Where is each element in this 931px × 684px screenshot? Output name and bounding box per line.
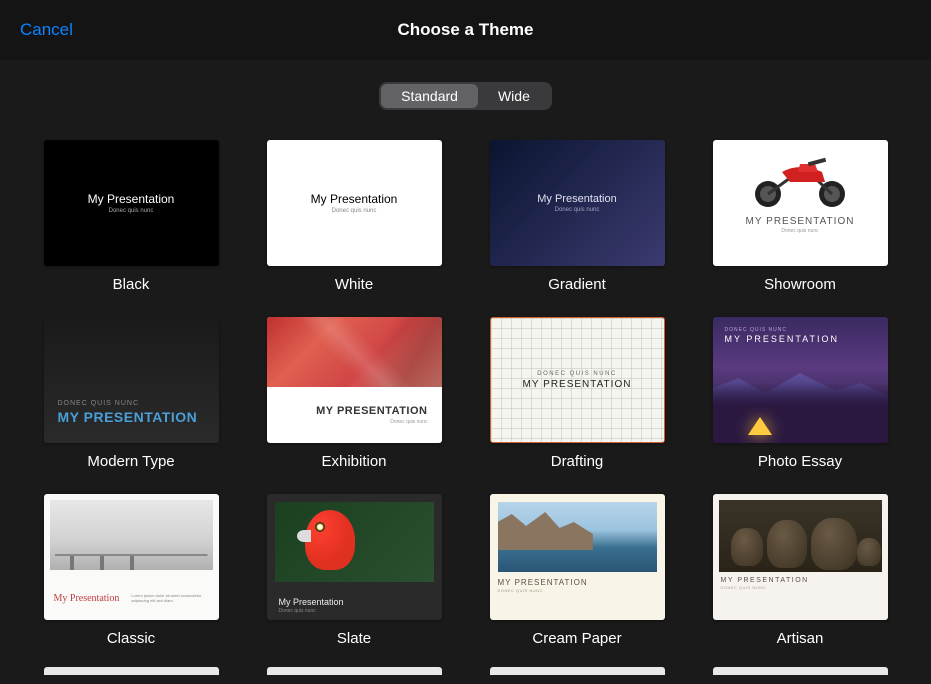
theme-thumb: DONEC QUIS NUNC MY PRESENTATION	[713, 317, 888, 443]
bridge-image	[50, 500, 213, 570]
theme-drafting[interactable]: DONEC QUIS NUNC MY PRESENTATION Drafting	[490, 317, 665, 470]
theme-modern-type[interactable]: DONEC QUIS NUNC MY PRESENTATION Modern T…	[44, 317, 219, 470]
motorcycle-image	[740, 150, 860, 210]
segment-standard[interactable]: Standard	[381, 84, 478, 108]
thumb-subtitle: Donec quis nunc	[390, 419, 427, 425]
tent-icon	[748, 417, 772, 435]
theme-grid: My Presentation Donec quis nunc Black My…	[0, 110, 931, 647]
aspect-segmented-control: Standard Wide	[0, 82, 931, 110]
thumb-title: MY PRESENTATION	[725, 334, 840, 344]
theme-thumb: My Presentation Lorem ipsum dolor sit am…	[44, 494, 219, 620]
theme-label: Black	[113, 276, 150, 293]
thumb-title: My Presentation	[88, 192, 175, 206]
thumb-subtitle: DONEC QUIS NUNC	[725, 327, 788, 333]
cancel-button[interactable]: Cancel	[20, 20, 73, 40]
theme-exhibition[interactable]: MY PRESENTATION Donec quis nunc Exhibiti…	[267, 317, 442, 470]
theme-artisan[interactable]: MY PRESENTATION DONEC QUIS NUNC Artisan	[713, 494, 888, 647]
pottery-image	[719, 500, 882, 572]
next-row-peek	[0, 647, 931, 675]
theme-label: Drafting	[551, 453, 604, 470]
thumb-subtitle: DONEC QUIS NUNC	[721, 585, 880, 590]
thumb-subtitle: DONEC QUIS NUNC	[58, 400, 140, 407]
theme-label: Gradient	[548, 276, 606, 293]
header-bar: Cancel Choose a Theme	[0, 0, 931, 60]
theme-thumb: MY PRESENTATION DONEC QUIS NUNC	[490, 494, 665, 620]
theme-thumb: MY PRESENTATION DONEC QUIS NUNC	[713, 494, 888, 620]
theme-cream-paper[interactable]: MY PRESENTATION DONEC QUIS NUNC Cream Pa…	[490, 494, 665, 647]
theme-peek[interactable]	[267, 667, 442, 675]
theme-thumb: DONEC QUIS NUNC MY PRESENTATION	[44, 317, 219, 443]
thumb-title: My Presentation	[279, 597, 442, 607]
page-title: Choose a Theme	[397, 20, 533, 40]
scene-gradient	[713, 383, 888, 443]
theme-thumb: DONEC QUIS NUNC MY PRESENTATION	[490, 317, 665, 443]
theme-peek[interactable]	[44, 667, 219, 675]
theme-thumb: My Presentation Donec quis nunc	[267, 494, 442, 620]
segment-wide[interactable]: Wide	[478, 84, 550, 108]
theme-classic[interactable]: My Presentation Lorem ipsum dolor sit am…	[44, 494, 219, 647]
thumb-subtitle: Donec quis nunc	[109, 208, 154, 214]
theme-showroom[interactable]: MY PRESENTATION Donec quis nunc Showroom	[713, 140, 888, 293]
thumb-subtitle: Donec quis nunc	[279, 608, 442, 614]
theme-peek[interactable]	[490, 667, 665, 675]
theme-label: Exhibition	[321, 453, 386, 470]
theme-label: Classic	[107, 630, 155, 647]
theme-label: Slate	[337, 630, 371, 647]
theme-label: Cream Paper	[532, 630, 621, 647]
theme-thumb: My Presentation Donec quis nunc	[490, 140, 665, 266]
thumb-lorem: Lorem ipsum dolor sit amet consectetur a…	[131, 593, 208, 603]
theme-thumb: My Presentation Donec quis nunc	[267, 140, 442, 266]
thumb-subtitle: Donec quis nunc	[332, 208, 377, 214]
thumb-title: MY PRESENTATION	[721, 577, 880, 584]
thumb-title: MY PRESENTATION	[58, 409, 198, 425]
abstract-art-image	[267, 317, 442, 387]
theme-slate[interactable]: My Presentation Donec quis nunc Slate	[267, 494, 442, 647]
theme-thumb: MY PRESENTATION Donec quis nunc	[267, 317, 442, 443]
thumb-subtitle: Donec quis nunc	[781, 228, 818, 234]
theme-thumb: My Presentation Donec quis nunc	[44, 140, 219, 266]
coastline-image	[498, 502, 657, 572]
theme-white[interactable]: My Presentation Donec quis nunc White	[267, 140, 442, 293]
theme-label: White	[335, 276, 373, 293]
theme-black[interactable]: My Presentation Donec quis nunc Black	[44, 140, 219, 293]
thumb-subtitle: DONEC QUIS NUNC	[498, 588, 657, 593]
thumb-title: My Presentation	[537, 193, 616, 205]
theme-label: Photo Essay	[758, 453, 842, 470]
thumb-title: MY PRESENTATION	[316, 405, 427, 417]
thumb-subtitle: Donec quis nunc	[555, 207, 600, 213]
theme-peek[interactable]	[713, 667, 888, 675]
thumb-title: MY PRESENTATION	[498, 578, 657, 587]
theme-photo-essay[interactable]: DONEC QUIS NUNC MY PRESENTATION Photo Es…	[713, 317, 888, 470]
thumb-title: My Presentation	[54, 593, 120, 604]
theme-label: Modern Type	[87, 453, 174, 470]
thumb-title: MY PRESENTATION	[523, 379, 632, 390]
theme-thumb: MY PRESENTATION Donec quis nunc	[713, 140, 888, 266]
thumb-title: My Presentation	[311, 192, 398, 206]
theme-gradient[interactable]: My Presentation Donec quis nunc Gradient	[490, 140, 665, 293]
theme-label: Artisan	[777, 630, 824, 647]
thumb-title: MY PRESENTATION	[746, 216, 855, 227]
theme-label: Showroom	[764, 276, 836, 293]
parrot-image	[275, 502, 434, 582]
thumb-subtitle: DONEC QUIS NUNC	[537, 371, 617, 377]
